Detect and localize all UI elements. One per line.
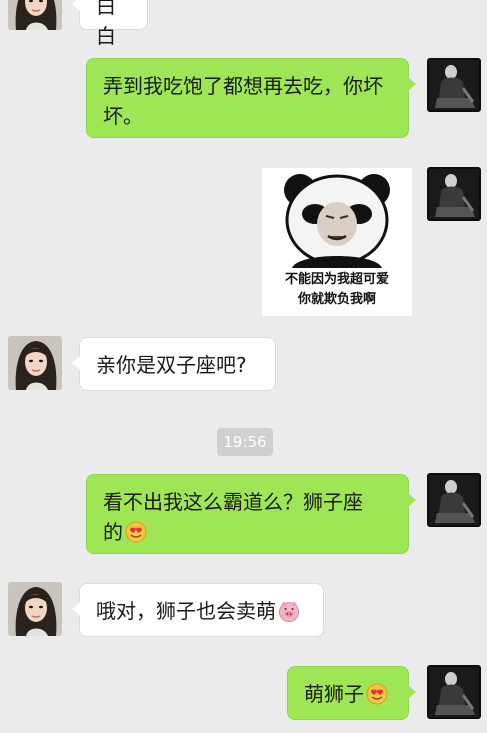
message-bubble[interactable]: 看不出我这么霸道么？狮子座 的: [86, 474, 416, 554]
message-bubble[interactable]: 亲你是双子座吧?: [72, 337, 276, 391]
smiling-heart-eyes-emoji-icon: [125, 521, 147, 543]
message-bubble[interactable]: 白白: [72, 0, 148, 48]
contact-avatar[interactable]: [8, 336, 62, 390]
user-avatar[interactable]: [427, 473, 481, 527]
message-text: 哦对，狮子也会卖萌: [96, 599, 276, 623]
message-bubble[interactable]: 哦对，狮子也会卖萌: [72, 583, 324, 637]
smiling-heart-eyes-emoji-icon: [366, 683, 388, 705]
panda-sticker[interactable]: 不能因为我超可爱 你就欺负我啊: [262, 168, 412, 316]
panda-face-image: [284, 174, 390, 268]
contact-avatar[interactable]: [8, 0, 62, 30]
user-avatar[interactable]: [427, 167, 481, 221]
pig-face-emoji-icon: [279, 600, 299, 622]
message-bubble[interactable]: 弄到我吃饱了都想再去吃，你坏坏。: [86, 58, 416, 138]
user-avatar[interactable]: [427, 58, 481, 112]
message-text: 萌狮子: [304, 682, 364, 706]
message-text: 弄到我吃饱了都想再去吃，你坏坏。: [103, 74, 383, 128]
message-text: 亲你是双子座吧?: [96, 353, 247, 377]
sticker-caption-line: 不能因为我超可爱: [284, 272, 389, 287]
message-text: 白白: [96, 0, 116, 48]
user-avatar[interactable]: [427, 665, 481, 719]
sticker-caption-line: 你就欺负我啊: [297, 292, 376, 307]
sticker-caption: 不能因为我超可爱 你就欺负我啊: [262, 270, 412, 310]
contact-avatar[interactable]: [8, 582, 62, 636]
message-bubble[interactable]: 萌狮子: [287, 666, 416, 720]
message-text: 的: [103, 520, 123, 544]
timestamp-badge: 19:56: [217, 428, 273, 456]
message-text: 看不出我这么霸道么？狮子座: [103, 490, 363, 514]
message-text-line: 的: [103, 517, 392, 547]
